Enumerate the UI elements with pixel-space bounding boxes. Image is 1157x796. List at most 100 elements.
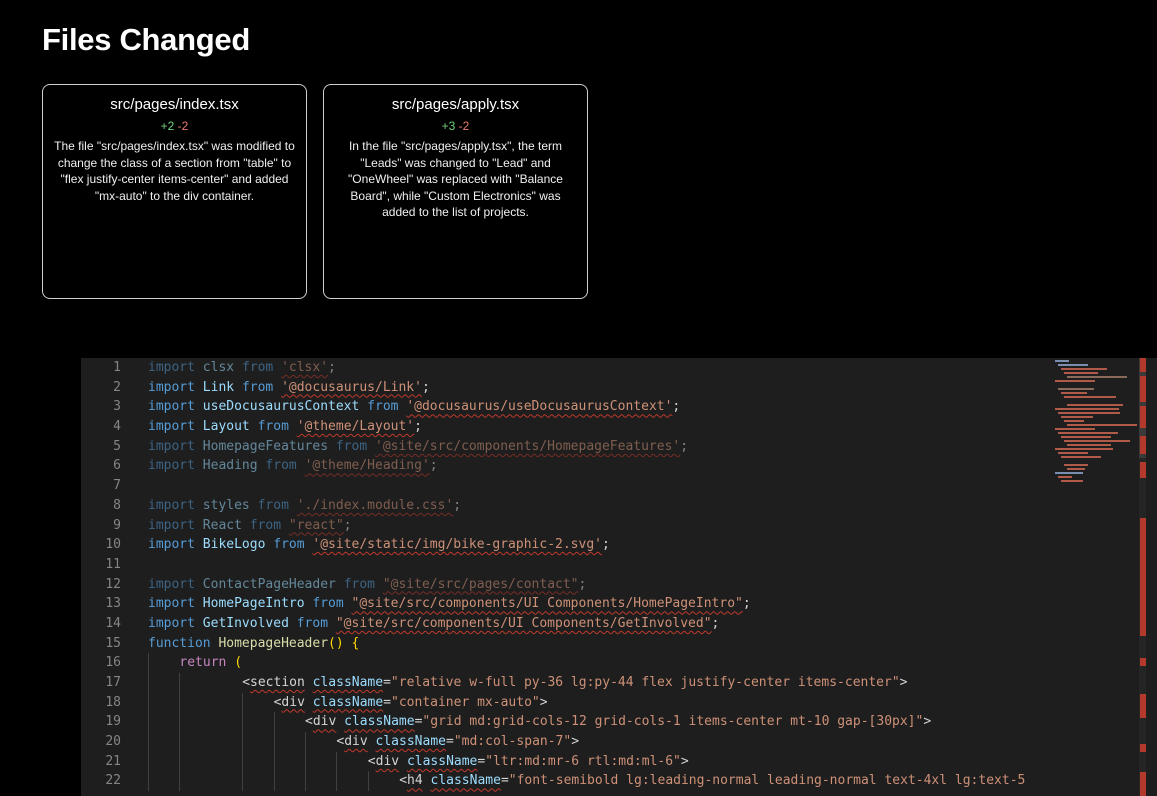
code-text: function HomepageHeader() { — [148, 634, 359, 654]
code-line[interactable]: 6 import Heading from '@theme/Heading'; — [81, 456, 1047, 476]
keyword: from — [249, 517, 282, 533]
code-area[interactable]: 1 import clsx from 'clsx'; 2 import Link fr… — [81, 358, 1047, 796]
string-literal: '@docusaurus/Link' — [281, 379, 422, 395]
keyword: import — [148, 458, 195, 474]
indent-guide — [148, 751, 149, 772]
code-line[interactable]: 11 — [81, 555, 1047, 575]
string-literal: 'clsx' — [281, 360, 329, 375]
code-line[interactable]: 12 import ContactPageHeader from "@site/s… — [81, 575, 1047, 595]
punctuation: ; — [343, 517, 352, 533]
code-line[interactable]: 18 <div className="container mx-auto"> — [81, 692, 1047, 713]
code-line[interactable]: 1 import clsx from 'clsx'; — [81, 358, 1047, 378]
indent-guide — [336, 751, 338, 772]
code-text: <div className="container mx-auto"> — [274, 693, 548, 713]
code-line[interactable]: 9 import React from "react"; — [81, 516, 1047, 536]
keyword: return — [179, 655, 227, 671]
indent-guide — [148, 653, 149, 673]
keyword: from — [343, 576, 375, 592]
code-line[interactable]: 4 import Layout from '@theme/Layout'; — [81, 417, 1047, 437]
code-line[interactable]: 21 <div className="ltr:md:mr-6 rtl:md:ml-… — [81, 751, 1047, 772]
indent-guide — [179, 712, 181, 733]
line-number: 6 — [113, 458, 121, 474]
code-line[interactable]: 15 function HomepageHeader() { — [81, 634, 1047, 654]
string-literal: "grid md:grid-cols-12 grid-cols-1 items-… — [422, 714, 924, 730]
error-marker — [1140, 658, 1146, 666]
keyword: from — [367, 399, 399, 415]
code-text: import Heading from '@theme/Heading'; — [148, 456, 438, 476]
indent-guide — [305, 732, 306, 752]
keyword: import — [148, 360, 195, 375]
minimap-line — [1067, 376, 1127, 378]
string-literal: '@site/src/components/HomepageFeatures' — [375, 438, 681, 454]
code-line[interactable]: 16 return ( — [81, 653, 1047, 673]
keyword: function — [148, 635, 211, 651]
identifier: useDocusaurusContext — [202, 399, 360, 415]
file-path[interactable]: src/pages/apply.tsx — [334, 96, 577, 113]
string-literal: "@site/src/components/UI Components/Home… — [351, 596, 743, 612]
keyword: from — [257, 497, 289, 513]
punctuation: > — [923, 714, 932, 730]
code-line[interactable]: 5 import HomepageFeatures from '@site/src… — [81, 437, 1047, 457]
code-text: import ContactPageHeader from "@site/src… — [148, 575, 586, 595]
string-literal: "ltr:md:mr-6 rtl:md:ml-6" — [485, 753, 681, 769]
deletions-count: -2 — [177, 119, 189, 133]
code-line[interactable]: 8 import styles from './index.module.css'… — [81, 496, 1047, 516]
punctuation: < — [399, 773, 408, 789]
code-text: import clsx from 'clsx'; — [148, 358, 336, 378]
overview-ruler — [1140, 358, 1146, 796]
error-marker — [1140, 358, 1146, 372]
page-title: Files Changed — [42, 22, 250, 57]
line-number: 4 — [113, 419, 121, 435]
additions-count: +3 — [441, 119, 456, 133]
line-number: 15 — [105, 635, 121, 651]
code-line[interactable]: 13 import HomePageIntro from "@site/src/c… — [81, 594, 1047, 614]
punctuation: ; — [672, 399, 681, 415]
line-number: 11 — [105, 556, 121, 572]
punctuation: ; — [711, 615, 720, 631]
punctuation: > — [571, 734, 580, 750]
jsx-attribute: className — [406, 753, 478, 769]
code-line[interactable]: 22 <h4 className="font-semibold lg:leadin… — [81, 771, 1047, 792]
identifier: React — [202, 517, 242, 533]
indent-guide — [148, 712, 149, 733]
punctuation: ; — [414, 419, 422, 435]
code-editor[interactable]: 1 import clsx from 'clsx'; 2 import Link fr… — [81, 358, 1157, 796]
indent-guide — [179, 771, 181, 792]
code-line[interactable]: 20 <div className="md:col-span-7"> — [81, 732, 1047, 752]
code-text: import BikeLogo from '@site/static/img/b… — [148, 535, 610, 555]
minimap[interactable] — [1051, 358, 1137, 796]
code-line[interactable]: 7 — [81, 476, 1047, 496]
indent-guide — [148, 692, 149, 713]
minimap-line — [1058, 412, 1120, 414]
string-literal: "container mx-auto" — [391, 694, 540, 710]
indent-guide — [179, 751, 181, 772]
code-line[interactable]: 10 import BikeLogo from '@site/static/img… — [81, 535, 1047, 555]
code-line[interactable]: 2 import Link from '@docusaurus/Link'; — [81, 378, 1047, 398]
code-line[interactable]: 17 <section className="relative w-full py… — [81, 673, 1047, 693]
minimap-line — [1064, 440, 1130, 442]
code-text: <div className="grid md:grid-cols-12 gri… — [305, 712, 931, 732]
minimap-line — [1058, 432, 1118, 434]
code-text: import React from "react"; — [148, 516, 352, 536]
deletions-count: -2 — [458, 119, 470, 133]
keyword: from — [265, 458, 297, 474]
punctuation: ; — [429, 458, 438, 474]
file-path[interactable]: src/pages/index.tsx — [53, 96, 296, 113]
jsx-attribute: className — [344, 714, 415, 730]
error-marker — [1140, 376, 1146, 402]
string-literal: "md:col-span-7" — [453, 734, 572, 750]
line-number: 2 — [113, 379, 121, 395]
code-line[interactable]: 19 <div className="grid md:grid-cols-12 g… — [81, 712, 1047, 733]
keyword: import — [148, 576, 195, 592]
code-line[interactable]: 14 import GetInvolved from "@site/src/com… — [81, 614, 1047, 634]
code-text: <div className="md:col-span-7"> — [336, 732, 579, 752]
code-line[interactable]: 3 import useDocusaurusContext from '@docu… — [81, 397, 1047, 417]
minimap-line — [1058, 388, 1094, 390]
line-number: 21 — [105, 753, 121, 769]
file-card[interactable]: src/pages/index.tsx +2 -2 The file "src/… — [42, 84, 307, 299]
file-card[interactable]: src/pages/apply.tsx +3 -2 In the file "s… — [323, 84, 588, 299]
punctuation: > — [680, 753, 689, 769]
indent-guide — [242, 751, 244, 772]
editor-edge — [1147, 358, 1157, 796]
punctuation: > — [899, 675, 908, 690]
